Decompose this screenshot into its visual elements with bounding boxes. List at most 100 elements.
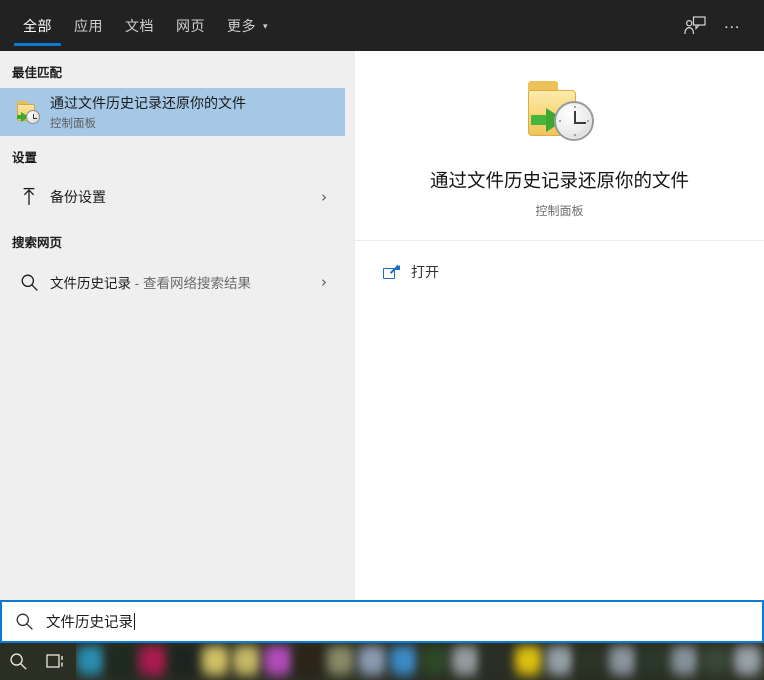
taskbar-app-glyph [263,645,293,678]
search-icon [12,273,46,292]
search-input[interactable]: 文件历史记录 [0,600,764,643]
taskbar-app-icon[interactable] [107,645,137,678]
taskbar-app-icon[interactable] [451,645,481,678]
taskbar-pinned-apps[interactable] [75,643,764,680]
tab-all[interactable]: 全部 [12,0,63,51]
section-settings-heading: 设置 [12,151,38,165]
taskbar-app-glyph [419,645,450,678]
taskbar-app-icon[interactable] [482,645,512,678]
action-open-label: 打开 [411,264,439,280]
taskbar-app-icon[interactable] [388,645,418,678]
more-options-glyph: … [723,12,743,32]
taskbar-app-icon[interactable] [326,645,356,678]
search-filter-tabbar: 全部 应用 文档 网页 更多 ▾ … [0,0,764,51]
results-pane: 最佳匹配 通过文件历史记录还原你的文件 控制面板 设置 备份设置 › 搜索网页 … [0,51,345,600]
taskbar-app-icon[interactable] [607,645,637,678]
web-query-suffix: - 查看网络搜索结果 [131,276,251,291]
search-input-wrapper[interactable]: 文件历史记录 [46,611,135,632]
taskbar-taskview-button[interactable] [38,643,76,680]
taskbar-search-button[interactable] [0,643,38,680]
chevron-down-icon: ▾ [263,21,269,31]
chevron-right-icon[interactable]: › [321,273,335,291]
web-query-text: 文件历史记录 [50,276,131,291]
result-item-backup-settings[interactable]: 备份设置 › [0,173,345,221]
chevron-right-icon[interactable]: › [321,188,335,206]
preview-subtitle: 控制面板 [535,203,584,218]
taskbar-app-icon[interactable] [263,645,293,678]
preview-header: 通过文件历史记录还原你的文件 控制面板 [355,51,764,240]
taskbar-app-glyph [357,645,387,678]
search-icon [2,612,46,631]
section-search-web-heading: 搜索网页 [12,236,63,250]
taskbar-app-glyph [670,645,700,678]
taskbar-app-glyph [232,645,262,678]
taskbar-app-glyph [607,645,637,678]
taskbar-app-icon[interactable] [200,645,231,678]
taskbar-app-icon[interactable] [75,645,106,678]
taskbar-app-glyph [638,645,669,678]
taskbar-app-icon[interactable] [232,645,262,678]
tab-list: 全部 应用 文档 网页 更多 ▾ [0,0,279,51]
taskbar-app-glyph [200,645,231,678]
upload-arrow-icon [12,187,46,207]
tab-apps-label: 应用 [74,17,103,34]
result-item-text: 备份设置 [46,187,321,207]
tab-documents[interactable]: 文档 [114,0,165,51]
taskbar-app-glyph [701,645,731,678]
tab-web[interactable]: 网页 [165,0,216,51]
taskbar-app-icon[interactable] [294,645,324,678]
taskbar-app-icon[interactable] [701,645,731,678]
taskbar-app-icon[interactable] [576,645,606,678]
preview-actions: 打开 [355,240,764,292]
taskbar-app-glyph [326,645,356,678]
open-external-icon [383,264,411,280]
taskbar-app-glyph [451,645,481,678]
preview-pane: 通过文件历史记录还原你的文件 控制面板 打开 [355,51,764,600]
taskbar [0,643,764,680]
taskbar-app-glyph [138,645,168,678]
taskbar-app-glyph [544,645,575,678]
taskbar-app-icon[interactable] [169,645,199,678]
windows-search-panel: 全部 应用 文档 网页 更多 ▾ … 最佳匹配 通过文件历史记录还原你的文件 控… [0,0,764,680]
result-item-restore-files[interactable]: 通过文件历史记录还原你的文件 控制面板 [0,88,345,136]
section-best-match-heading: 最佳匹配 [12,66,63,80]
feedback-icon[interactable] [676,7,714,45]
tab-documents-label: 文档 [125,17,154,34]
search-input-value: 文件历史记录 [46,615,133,631]
result-item-web-search[interactable]: 文件历史记录 - 查看网络搜索结果 › [0,258,345,306]
result-item-subtitle: 控制面板 [50,118,96,130]
taskbar-app-icon[interactable] [638,645,669,678]
taskbar-app-glyph [107,645,137,678]
more-options-icon[interactable]: … [714,7,752,45]
folder-clock-icon [12,100,46,124]
taskbar-app-icon[interactable] [544,645,575,678]
taskbar-app-glyph [294,645,324,678]
taskbar-app-glyph [388,645,418,678]
taskbar-app-glyph [732,645,762,678]
result-item-title: 文件历史记录 - 查看网络搜索结果 [50,272,321,292]
taskbar-app-glyph [513,645,543,678]
tab-active-indicator [14,43,61,46]
taskbar-app-glyph [75,645,106,678]
text-cursor [134,613,135,630]
tab-web-label: 网页 [176,17,205,34]
action-open[interactable]: 打开 [355,252,764,292]
preview-title: 通过文件历史记录还原你的文件 [429,169,689,191]
taskbar-app-icon[interactable] [357,645,387,678]
taskbar-app-icon[interactable] [732,645,762,678]
tab-more-label: 更多 [227,17,256,34]
taskbar-app-glyph [482,645,512,678]
taskbar-app-icon[interactable] [513,645,543,678]
taskbar-app-glyph [576,645,606,678]
result-item-title: 通过文件历史记录还原你的文件 [50,95,246,111]
folder-clock-large-icon [524,79,596,145]
tab-more[interactable]: 更多 ▾ [216,0,279,51]
result-item-text: 文件历史记录 - 查看网络搜索结果 [46,272,321,292]
taskbar-app-icon[interactable] [670,645,700,678]
result-item-text: 通过文件历史记录还原你的文件 控制面板 [46,93,335,131]
taskbar-app-icon[interactable] [419,645,450,678]
taskbar-app-glyph [169,645,199,678]
tab-apps[interactable]: 应用 [63,0,114,51]
tabbar-actions: … [676,0,764,51]
taskbar-app-icon[interactable] [138,645,168,678]
